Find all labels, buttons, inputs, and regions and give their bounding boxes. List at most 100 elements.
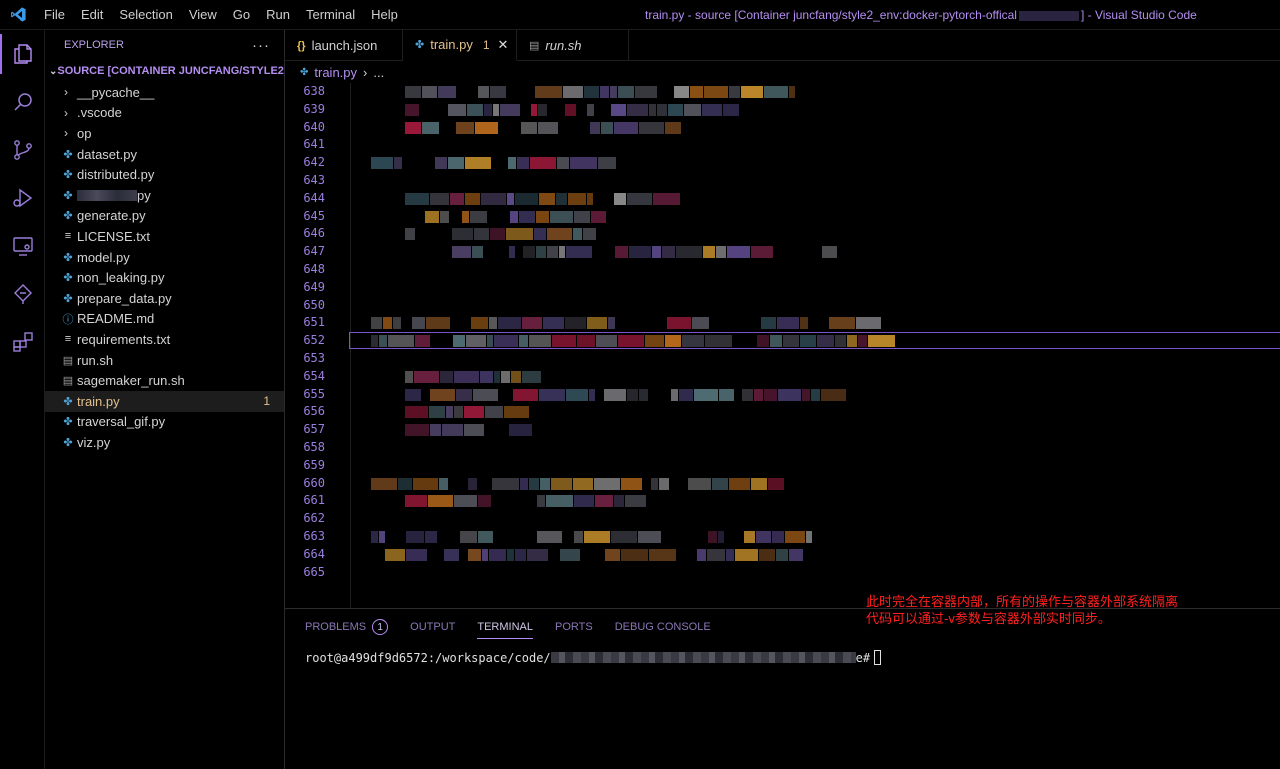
breadcrumb-more[interactable]: ... [373, 65, 384, 80]
file-name: py [137, 187, 151, 203]
vscode-logo-icon [0, 0, 36, 30]
docker-icon[interactable] [0, 270, 45, 318]
breadcrumb-file[interactable]: train.py [314, 65, 357, 80]
folder-item[interactable]: › op [45, 123, 284, 144]
file-name: run.sh [77, 352, 114, 368]
file-item[interactable]: ✤ viz.py [45, 432, 284, 453]
file-name: train.py [77, 393, 120, 409]
code-line: 649 [285, 279, 1280, 297]
menu-edit[interactable]: Edit [73, 0, 111, 30]
tab-train-py[interactable]: ✤ train.py 1 ✕ [403, 30, 517, 61]
shell-file-icon: ▤ [529, 40, 540, 52]
python-file-icon: ✤ [63, 292, 73, 305]
tab-run-sh[interactable]: ▤ run.sh [517, 30, 629, 61]
tab-output[interactable]: OUTPUT [410, 615, 455, 639]
menu-terminal[interactable]: Terminal [298, 0, 363, 30]
file-tree: › __pycache__ › .vscode › op ✤ dataset.py ✤ distr… [45, 82, 284, 453]
code-line: 652 [285, 332, 1280, 350]
explorer-icon[interactable] [0, 30, 45, 78]
explorer-header: EXPLORER ··· [45, 30, 284, 60]
file-name: LICENSE.txt [77, 228, 150, 244]
run-debug-icon[interactable] [0, 174, 45, 222]
line-number: 653 [303, 351, 325, 365]
file-name: op [77, 125, 92, 141]
line-number: 652 [303, 333, 325, 348]
tab-ports[interactable]: PORTS [555, 615, 593, 639]
redacted-code [405, 406, 530, 419]
tab-problems[interactable]: PROBLEMS 1 [305, 615, 389, 639]
code-line: 639 [285, 101, 1280, 119]
redacted-code [405, 424, 533, 437]
activity-bar [0, 30, 45, 769]
file-name: generate.py [77, 208, 146, 224]
annotation-text: 此时完全在容器内部，所有的操作与容器外部系统隔离 代码可以通过-v参数与容器外部… [866, 593, 1178, 627]
line-number: 660 [303, 475, 325, 490]
annotation-line-1: 此时完全在容器内部，所有的操作与容器外部系统隔离 [866, 594, 1179, 609]
code-editor[interactable]: 638 639 640 641 642 643 644 645 646 647 648 649 650 6… [285, 83, 1280, 608]
file-item[interactable]: ≡ requirements.txt [45, 329, 284, 350]
file-item[interactable]: ✤ generate.py [45, 206, 284, 227]
file-item[interactable]: ✤ model.py [45, 247, 284, 268]
folder-item[interactable]: › .vscode [45, 103, 284, 124]
file-item[interactable]: ≡ LICENSE.txt [45, 226, 284, 247]
menu-run[interactable]: Run [258, 0, 298, 30]
redacted-code [371, 157, 617, 170]
redacted-code [371, 317, 882, 330]
code-line: 664 [285, 546, 1280, 564]
line-number: 665 [303, 564, 325, 579]
code-line: 638 [285, 83, 1280, 101]
redacted-code [371, 477, 785, 490]
file-item[interactable]: ✤ py [45, 185, 284, 206]
close-icon[interactable]: ✕ [498, 37, 509, 53]
extensions-icon[interactable] [0, 318, 45, 366]
redacted-code [405, 228, 597, 241]
tab-launch-json[interactable]: {} launch.json [285, 30, 403, 61]
code-line: 644 [285, 190, 1280, 208]
file-item[interactable]: ▤ run.sh [45, 350, 284, 371]
tab-debug-console[interactable]: DEBUG CONSOLE [615, 615, 711, 639]
python-file-icon: ✤ [63, 210, 73, 223]
code-line: 665 [285, 564, 1280, 582]
tab-terminal[interactable]: TERMINAL [477, 615, 533, 639]
more-actions-icon[interactable]: ··· [252, 37, 270, 54]
workspace-folder-header[interactable]: ⌄ SOURCE [CONTAINER JUNCFANG/STYLE2_... [45, 60, 284, 82]
line-number: 638 [303, 84, 325, 98]
file-item[interactable]: ⓘ README.md [45, 309, 284, 330]
code-line: 660 [285, 475, 1280, 493]
python-file-icon: ✤ [63, 272, 73, 285]
source-control-icon[interactable] [0, 126, 45, 174]
menu-help[interactable]: Help [363, 0, 406, 30]
search-icon[interactable] [0, 78, 45, 126]
line-number: 654 [303, 368, 325, 383]
folder-item[interactable]: › __pycache__ [45, 82, 284, 103]
explorer-sidebar: EXPLORER ··· ⌄ SOURCE [CONTAINER JUNCFAN… [45, 30, 285, 769]
file-name: prepare_data.py [77, 290, 172, 306]
python-file-icon: ✤ [415, 39, 425, 51]
text-file-icon: ≡ [64, 230, 72, 243]
file-item[interactable]: ✤ dataset.py [45, 144, 284, 165]
code-line: 656 [285, 403, 1280, 421]
file-item[interactable]: ✤ distributed.py [45, 164, 284, 185]
redacted-code [425, 246, 838, 259]
file-item[interactable]: ✤ non_leaking.py [45, 267, 284, 288]
terminal-prompt-prefix: root@a499df9d6572:/workspace/code/ [305, 650, 551, 665]
line-number: 646 [303, 226, 325, 241]
file-item[interactable]: ✤ train.py 1 [45, 390, 284, 412]
terminal-prompt-suffix: e# [855, 650, 871, 665]
terminal[interactable]: root@a499df9d6572:/workspace/code/ e# [285, 645, 1280, 670]
breadcrumb: ✤ train.py › ... [285, 61, 384, 83]
file-name: .vscode [77, 105, 122, 121]
menu-go[interactable]: Go [225, 0, 258, 30]
title-bar: File Edit Selection View Go Run Terminal… [0, 0, 1280, 30]
remote-explorer-icon[interactable] [0, 222, 45, 270]
menu-file[interactable]: File [36, 0, 73, 30]
file-item[interactable]: ✤ traversal_gif.py [45, 412, 284, 433]
tab-label: launch.json [311, 38, 378, 53]
line-number: 639 [303, 101, 325, 116]
file-name: sagemaker_run.sh [77, 373, 185, 389]
menu-view[interactable]: View [181, 0, 225, 30]
file-item[interactable]: ▤ sagemaker_run.sh [45, 370, 284, 391]
menu-selection[interactable]: Selection [111, 0, 180, 30]
line-number: 658 [303, 440, 325, 454]
file-item[interactable]: ✤ prepare_data.py [45, 288, 284, 309]
